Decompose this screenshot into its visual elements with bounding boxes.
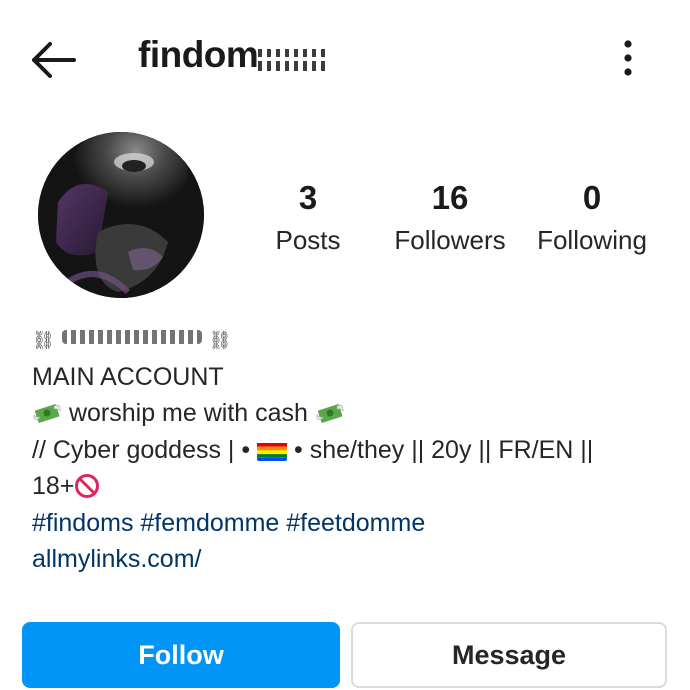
money-wings-icon [32, 398, 62, 423]
bio-website-link[interactable]: allmylinks.com/ [32, 541, 672, 578]
username-text: findom [138, 34, 259, 75]
chain-icon: ⛓ [208, 330, 232, 350]
profile-username: findom [138, 34, 331, 76]
display-name-redaction [61, 330, 202, 344]
username-redaction [258, 41, 331, 71]
followers-count: 16 [431, 179, 469, 216]
stat-followers[interactable]: 16 Followers [388, 178, 512, 260]
message-button[interactable]: Message [351, 622, 667, 688]
followers-label: Followers [394, 225, 506, 255]
stat-posts[interactable]: 3 Posts [258, 178, 358, 260]
stat-following[interactable]: 0 Following [530, 178, 654, 260]
prohibited-icon [74, 473, 100, 499]
bio-display-name: ⛓ ⛓ [32, 320, 672, 359]
bio-line-3-a: // Cyber goddess | • [32, 435, 251, 464]
chain-icon: ⛓ [32, 330, 55, 350]
following-count: 0 [582, 179, 602, 216]
profile-header: findom [0, 0, 690, 118]
back-button[interactable] [22, 30, 82, 90]
bio-hashtags[interactable]: #findoms #femdomme #feetdomme [32, 505, 672, 542]
money-wings-icon [315, 398, 345, 423]
bio-line-3: // Cyber goddess | • • she/they || 20y |… [32, 432, 672, 469]
avatar-image [38, 132, 204, 298]
more-options-button[interactable] [606, 30, 650, 86]
arrow-left-icon [32, 42, 76, 78]
bio-line-2: worship me with cash [32, 395, 672, 432]
bio-line-2-text: worship me with cash [68, 399, 308, 427]
bio-line-1: MAIN ACCOUNT [32, 362, 224, 391]
bio-line-4-text: 18+ [32, 472, 75, 500]
bio-line-4: 18+ [32, 468, 672, 505]
posts-count: 3 [298, 179, 318, 216]
profile-bio: ⛓ ⛓ MAIN ACCOUNT worship me with cash //… [32, 320, 672, 578]
bio-line-3-b: • she/they || 20y || FR/EN || [294, 435, 594, 464]
rainbow-flag-icon [257, 439, 288, 461]
posts-label: Posts [275, 225, 341, 255]
following-label: Following [537, 225, 647, 255]
profile-screen: findom 3 Posts 16 Followers 0 Following … [0, 0, 690, 690]
follow-button[interactable]: Follow [22, 622, 340, 688]
profile-avatar[interactable] [38, 132, 204, 298]
more-vertical-icon [624, 40, 632, 76]
